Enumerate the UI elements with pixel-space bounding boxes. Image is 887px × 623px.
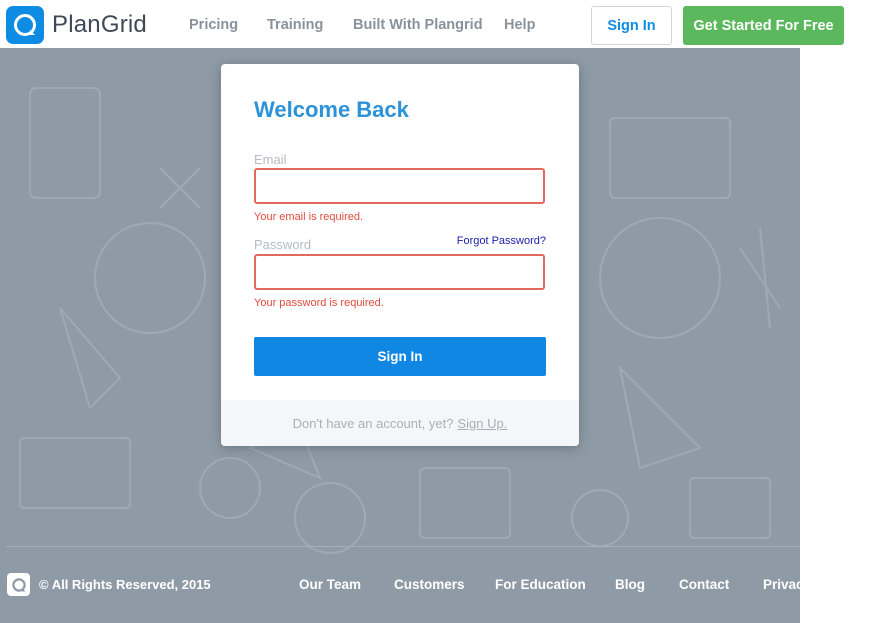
footer-link-privacy[interactable]: Privacy [763,577,800,592]
password-input[interactable] [254,254,545,290]
footer-link-our-team[interactable]: Our Team [299,577,361,592]
sign-up-link[interactable]: Sign Up. [457,416,507,431]
login-title: Welcome Back [254,97,409,122]
nav-pricing[interactable]: Pricing [189,17,238,33]
email-error-message: Your email is required. [254,211,364,223]
nav-built-with-plangrid[interactable]: Built With Plangrid [353,17,483,33]
footer-divider [6,546,800,547]
plangrid-logo[interactable]: PlanGrid [6,6,147,44]
footer-link-blog[interactable]: Blog [615,577,645,592]
plangrid-logo-icon [6,6,44,44]
footer-link-customers[interactable]: Customers [394,577,465,592]
email-input[interactable] [254,168,545,204]
footer-logo-icon[interactable] [7,573,30,596]
nav-help[interactable]: Help [504,17,535,33]
brand-name: PlanGrid [52,11,147,38]
footer-link-for-education[interactable]: For Education [495,577,586,592]
login-modal: Welcome Back Email Your email is require… [221,64,579,446]
copyright-text: © All Rights Reserved, 2015 [39,577,211,592]
no-account-text: Don't have an account, yet? [292,415,454,431]
get-started-button[interactable]: Get Started For Free [683,6,844,45]
password-error-message: Your password is required. [254,297,384,309]
signup-prompt: Don't have an account, yet? Sign Up. [221,400,579,446]
nav-training[interactable]: Training [267,17,323,33]
header-sign-in-button[interactable]: Sign In [591,6,672,45]
sign-in-submit-button[interactable]: Sign In [254,337,546,376]
top-navigation-bar: PlanGrid Pricing Training Built With Pla… [0,0,887,48]
password-label: Password [254,237,312,252]
forgot-password-link[interactable]: Forgot Password? [457,235,546,247]
footer-link-contact[interactable]: Contact [679,577,729,592]
email-label: Email [254,152,287,167]
footer-links-clip: Contact Privacy [679,570,800,600]
